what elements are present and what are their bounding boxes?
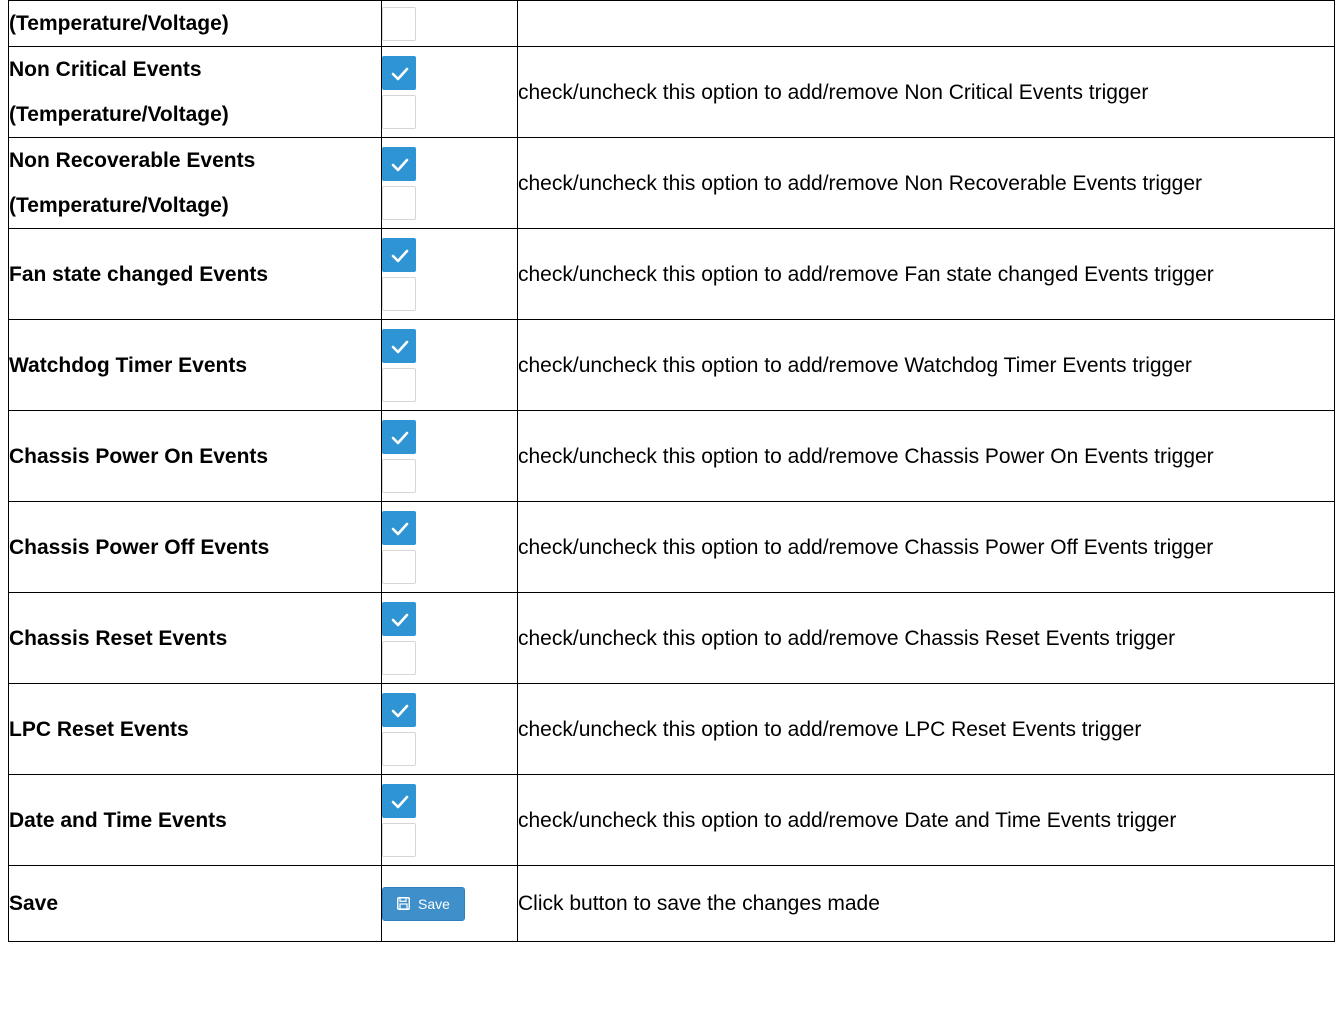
save-button-label: Save [418, 895, 450, 912]
event-description: check/uncheck this option to add/remove … [517, 319, 1335, 411]
checkbox-cell [381, 501, 518, 593]
table-row: Chassis Reset Events check/uncheck this o… [8, 592, 1335, 684]
event-name: LPC Reset Events [8, 683, 382, 775]
enable-checkbox-unchecked[interactable] [382, 276, 416, 311]
event-name-line: Chassis Power On Events [9, 444, 269, 468]
enable-checkbox-checked[interactable] [382, 783, 416, 818]
event-description: check/uncheck this option to add/remove … [517, 46, 1335, 138]
enable-checkbox-unchecked[interactable] [382, 822, 416, 857]
table-row: LPC Reset Events check/uncheck this optio… [8, 683, 1335, 775]
event-filter-table: (Temperature/Voltage) Non Critical Events… [8, 0, 1335, 942]
checkbox-cell [381, 592, 518, 684]
event-description [517, 0, 1335, 47]
event-description: check/uncheck this option to add/remove … [517, 501, 1335, 593]
save-row-name: Save [8, 865, 382, 942]
event-name-line: (Temperature/Voltage) [9, 103, 229, 126]
table-row: Non Critical Events (Temperature/Voltage)… [8, 46, 1335, 138]
table-row: (Temperature/Voltage) [8, 0, 1335, 47]
checkbox-cell [381, 0, 518, 47]
event-name: Fan state changed Events [8, 228, 382, 320]
event-name: (Temperature/Voltage) [8, 0, 382, 47]
event-name-line: LPC Reset Events [9, 717, 189, 741]
checkbox-cell [381, 410, 518, 502]
event-description: check/uncheck this option to add/remove … [517, 137, 1335, 229]
enable-checkbox-unchecked[interactable] [382, 185, 416, 220]
event-description: check/uncheck this option to add/remove … [517, 774, 1335, 866]
table-row: Watchdog Timer Events check/uncheck this … [8, 319, 1335, 411]
save-button-cell: Save [381, 865, 518, 942]
event-name-line: Fan state changed Events [9, 262, 269, 286]
save-row-description: Click button to save the changes made [517, 865, 1335, 942]
event-name: Non Critical Events (Temperature/Voltage) [8, 46, 382, 138]
table-row: Date and Time Events check/uncheck this o… [8, 774, 1335, 866]
event-description: check/uncheck this option to add/remove … [517, 228, 1335, 320]
event-name-line: Chassis Power Off Events [9, 535, 270, 559]
enable-checkbox-unchecked[interactable] [382, 94, 416, 129]
save-button[interactable]: Save [382, 886, 465, 921]
checkbox-cell [381, 46, 518, 138]
enable-checkbox-unchecked[interactable] [382, 731, 416, 766]
enable-checkbox-unchecked[interactable] [382, 6, 416, 41]
enable-checkbox-checked[interactable] [382, 328, 416, 363]
enable-checkbox-checked[interactable] [382, 601, 416, 636]
table-row: Chassis Power Off Events check/uncheck th… [8, 501, 1335, 593]
checkbox-cell [381, 228, 518, 320]
event-description: check/uncheck this option to add/remove … [517, 410, 1335, 502]
event-description: check/uncheck this option to add/remove … [517, 592, 1335, 684]
enable-checkbox-checked[interactable] [382, 146, 416, 181]
event-name: Chassis Power On Events [8, 410, 382, 502]
event-name: Chassis Reset Events [8, 592, 382, 684]
save-row-group: Save Save Click button to save the chang… [8, 865, 1335, 942]
event-name-line: Chassis Reset Events [9, 626, 228, 650]
checkbox-cell [381, 137, 518, 229]
save-row: Save Save Click button to save the chang… [8, 865, 1335, 942]
event-description: check/uncheck this option to add/remove … [517, 683, 1335, 775]
checkbox-cell [381, 774, 518, 866]
checkbox-cell [381, 319, 518, 411]
floppy-disk-icon [397, 897, 410, 910]
event-name-line: Non Critical Events [9, 58, 202, 81]
enable-checkbox-unchecked[interactable] [382, 458, 416, 493]
enable-checkbox-unchecked[interactable] [382, 640, 416, 675]
enable-checkbox-unchecked[interactable] [382, 367, 416, 402]
table-row: Non Recoverable Events (Temperature/Volta… [8, 137, 1335, 229]
enable-checkbox-unchecked[interactable] [382, 549, 416, 584]
event-name-line: Date and Time Events [9, 808, 227, 832]
event-name-line: Non Recoverable Events [9, 149, 256, 172]
table-row: Chassis Power On Events check/uncheck thi… [8, 410, 1335, 502]
event-name-line: (Temperature/Voltage) [9, 12, 229, 35]
enable-checkbox-checked[interactable] [382, 237, 416, 272]
event-name-line: (Temperature/Voltage) [9, 194, 229, 217]
enable-checkbox-checked[interactable] [382, 55, 416, 90]
enable-checkbox-checked[interactable] [382, 692, 416, 727]
event-name: Watchdog Timer Events [8, 319, 382, 411]
event-name: Chassis Power Off Events [8, 501, 382, 593]
checkbox-cell [381, 683, 518, 775]
event-name-line: Watchdog Timer Events [9, 353, 248, 377]
event-name: Date and Time Events [8, 774, 382, 866]
table-body: (Temperature/Voltage) Non Critical Events… [8, 0, 1335, 866]
enable-checkbox-checked[interactable] [382, 510, 416, 545]
event-name: Non Recoverable Events (Temperature/Volta… [8, 137, 382, 229]
enable-checkbox-checked[interactable] [382, 419, 416, 454]
table-row: Fan state changed Events check/uncheck th… [8, 228, 1335, 320]
